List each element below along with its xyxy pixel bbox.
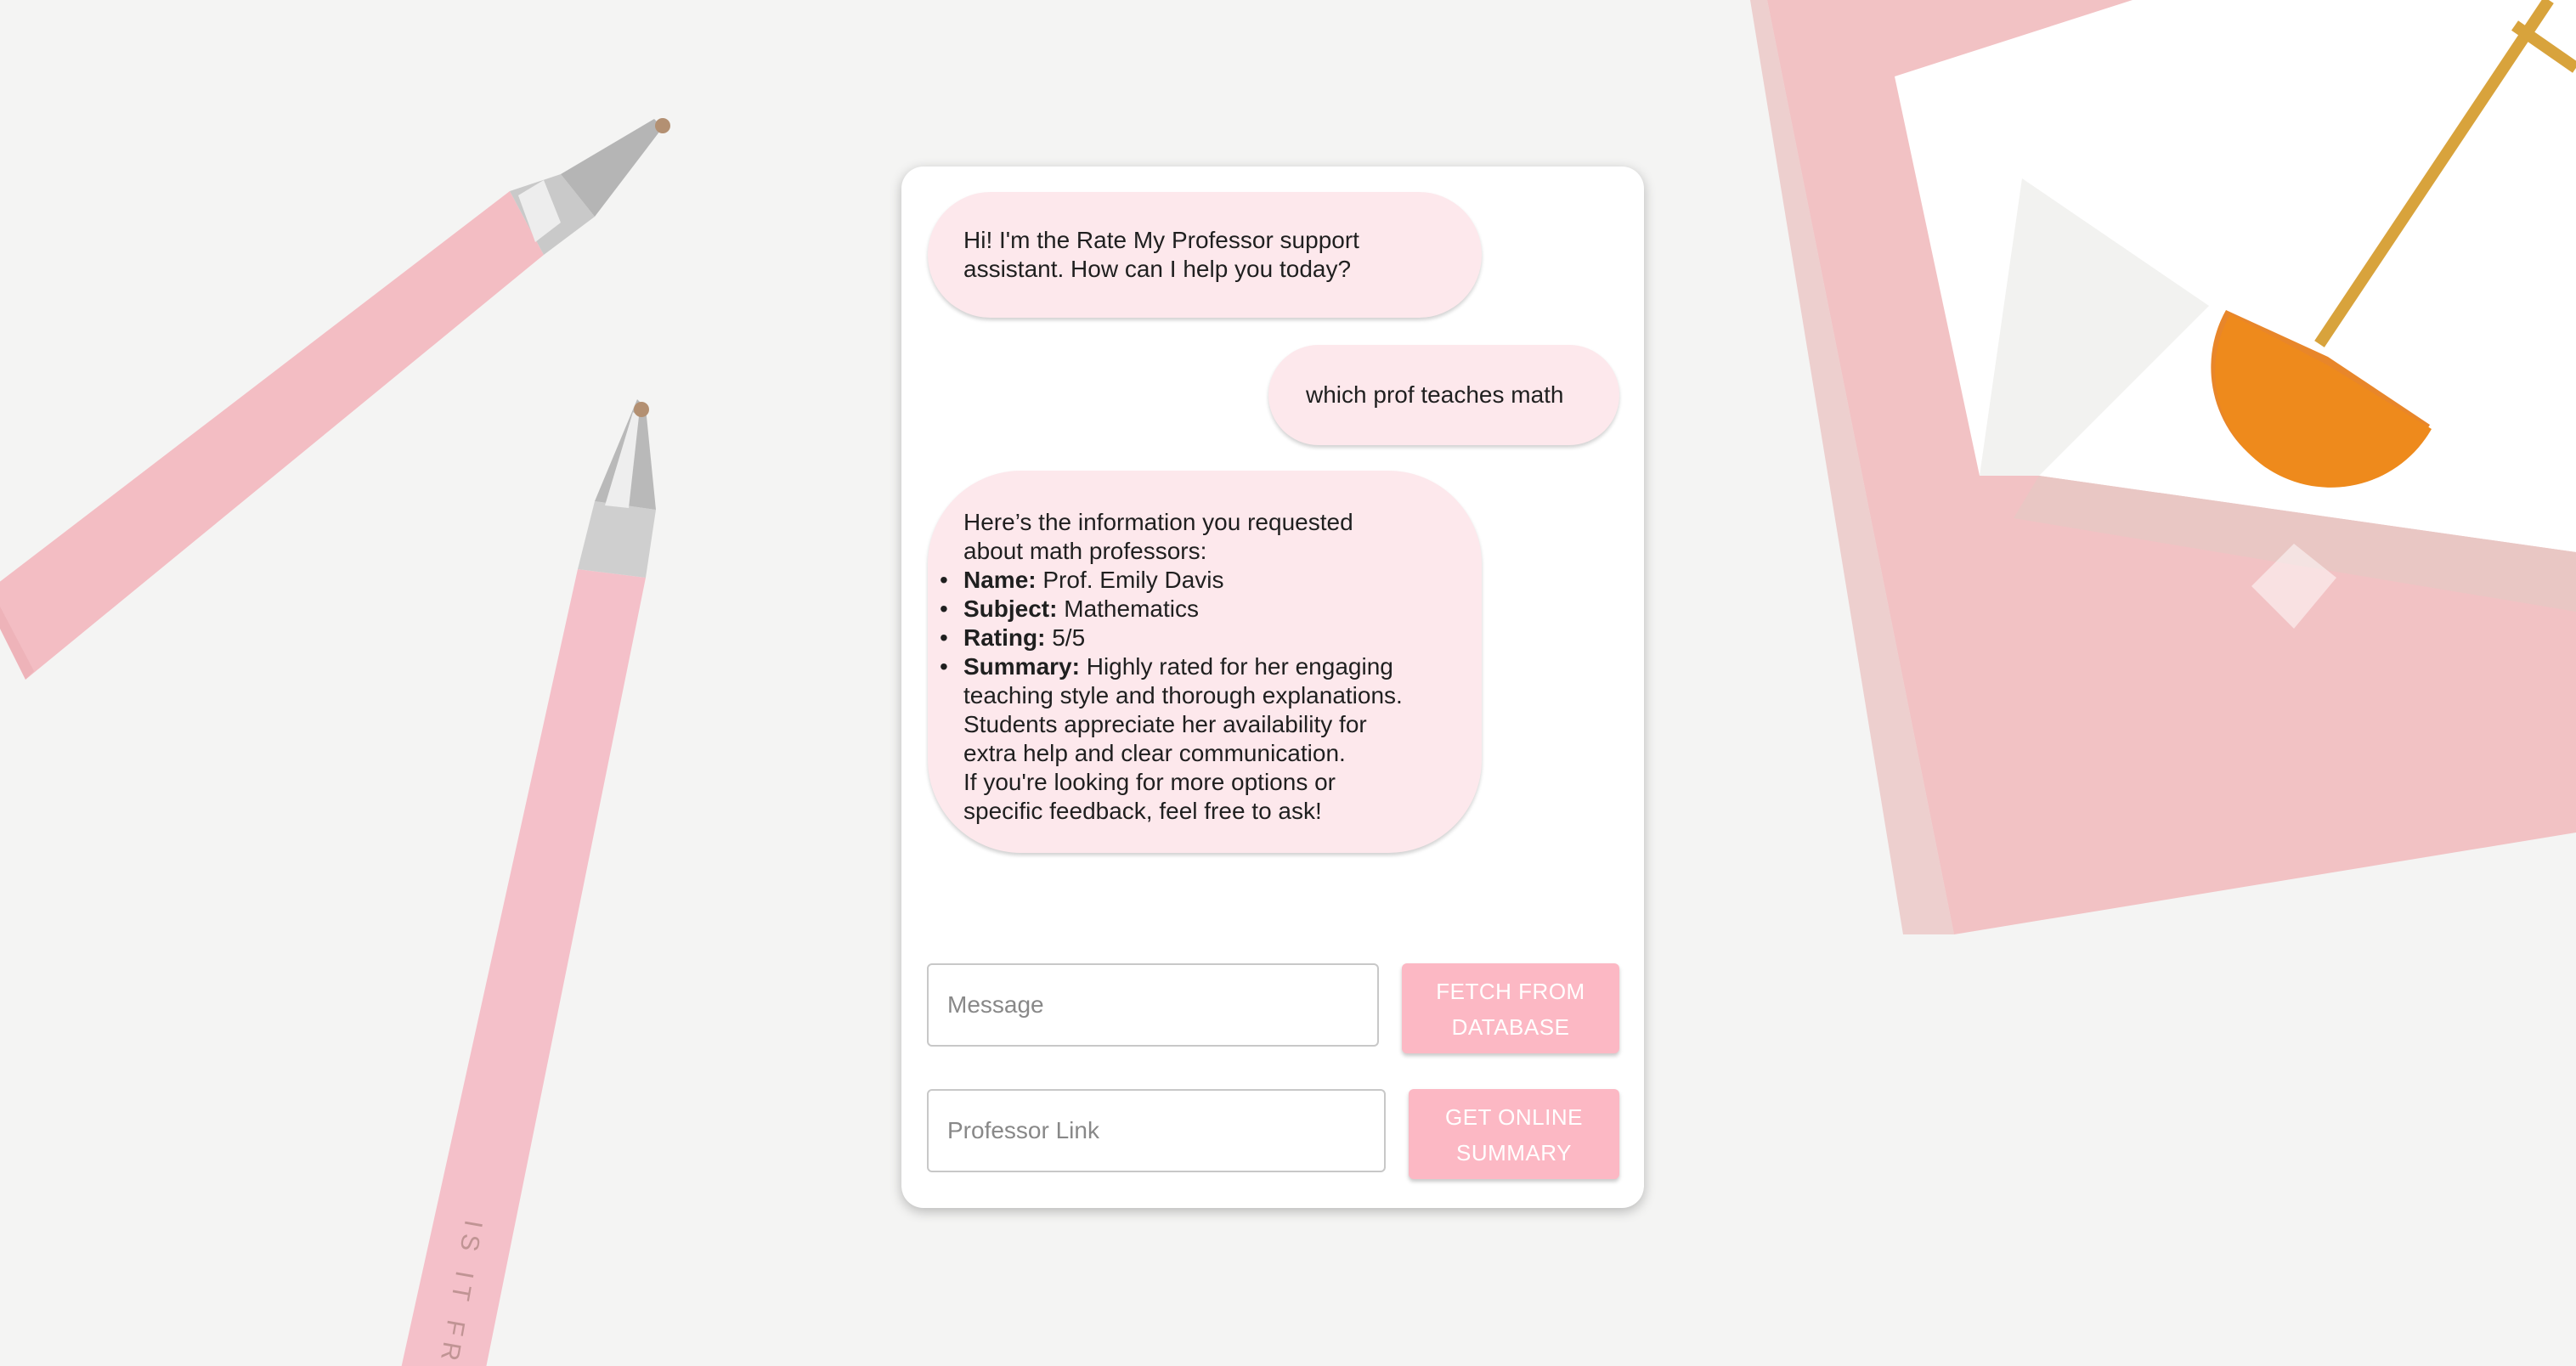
item-value: Highly rated for her engaging xyxy=(1086,653,1393,680)
list-item: Name: Prof. Emily Davis xyxy=(940,566,1448,595)
item-label: Subject: xyxy=(963,596,1058,622)
item-value-line: Students appreciate her availability for xyxy=(963,711,1367,737)
message-input[interactable] xyxy=(927,963,1379,1047)
item-value: Prof. Emily Davis xyxy=(1042,567,1224,593)
item-label: Summary: xyxy=(963,653,1080,680)
button-label-line: SUMMARY xyxy=(1456,1140,1572,1166)
message-line: which prof teaches math xyxy=(1306,381,1564,408)
button-label-line: FETCH FROM xyxy=(1436,979,1585,1004)
fetch-from-database-button[interactable]: FETCH FROM DATABASE xyxy=(1402,963,1619,1053)
message-line: Here’s the information you requested xyxy=(963,509,1353,535)
message-line: If you're looking for more options or xyxy=(963,769,1336,795)
button-label-line: DATABASE xyxy=(1451,1014,1570,1040)
message-line: specific feedback, feel free to ask! xyxy=(963,798,1322,824)
item-value: Mathematics xyxy=(1064,596,1199,622)
user-message: which prof teaches math xyxy=(1268,345,1619,445)
item-value-line: teaching style and thorough explanations… xyxy=(963,682,1403,708)
assistant-message: Hi! I'm the Rate My Professor support as… xyxy=(928,192,1482,318)
get-online-summary-button[interactable]: GET ONLINE SUMMARY xyxy=(1409,1089,1619,1179)
item-value: 5/5 xyxy=(1052,624,1086,651)
item-value-line: extra help and clear communication. xyxy=(963,740,1346,766)
message-line: assistant. How can I help you today? xyxy=(963,256,1352,282)
professor-info-list: Name: Prof. Emily Davis Subject: Mathema… xyxy=(940,566,1448,768)
list-item: Summary: Highly rated for her engaging t… xyxy=(940,652,1448,768)
message-line: about math professors: xyxy=(963,538,1207,564)
professor-link-input[interactable] xyxy=(927,1089,1386,1172)
pink-pen-bottom: IS IT FR xyxy=(401,399,656,1366)
pink-pen-top xyxy=(0,118,670,680)
message-line: Hi! I'm the Rate My Professor support xyxy=(963,227,1359,253)
item-label: Name: xyxy=(963,567,1037,593)
button-label-line: GET ONLINE xyxy=(1444,1104,1583,1130)
pink-envelope xyxy=(1750,0,2576,934)
assistant-message: Here’s the information you requested abo… xyxy=(928,471,1482,853)
list-item: Rating: 5/5 xyxy=(940,624,1448,652)
chat-card: Hi! I'm the Rate My Professor support as… xyxy=(901,167,1644,1208)
list-item: Subject: Mathematics xyxy=(940,595,1448,624)
item-label: Rating: xyxy=(963,624,1046,651)
